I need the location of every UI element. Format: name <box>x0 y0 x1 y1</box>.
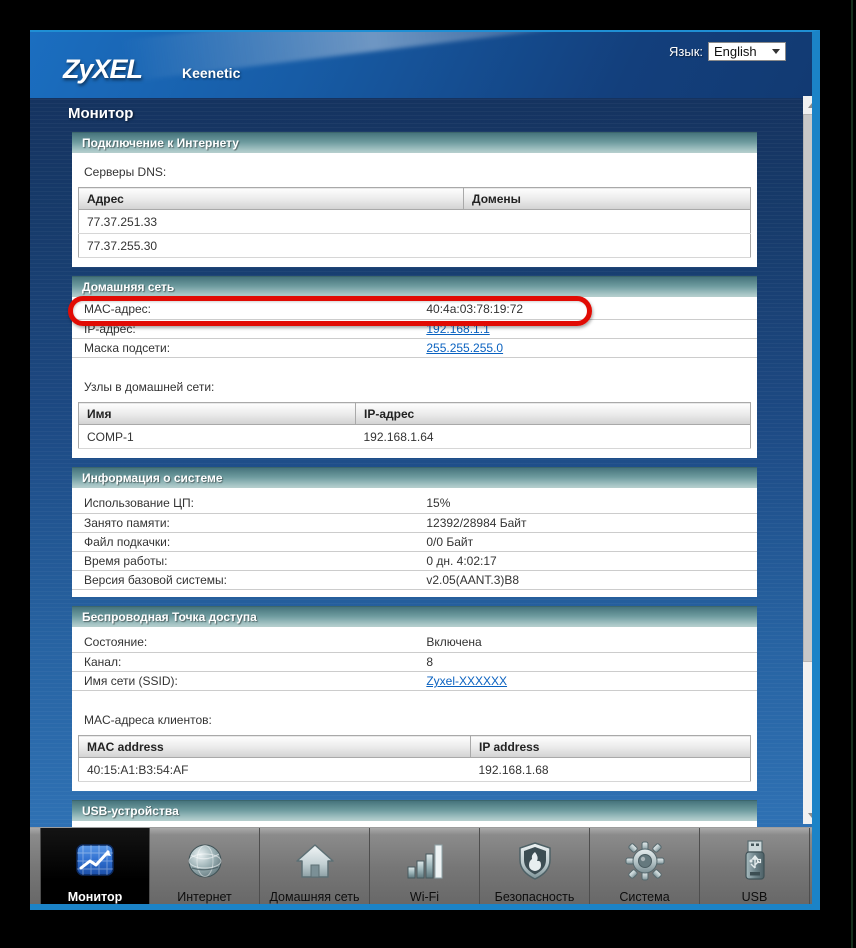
dns-col-domains: Домены <box>464 188 751 210</box>
chevron-down-icon <box>772 49 780 54</box>
monitor-chart-icon <box>73 838 117 884</box>
wifi-bars-icon <box>404 838 446 884</box>
nav-item-system[interactable]: Система <box>590 828 700 910</box>
hosts-label: Узлы в домашней сети: <box>72 374 757 398</box>
house-icon <box>294 838 336 884</box>
scroll-down-button[interactable] <box>803 806 820 824</box>
mac-address-value: 40:4a:03:78:19:72 <box>426 302 523 316</box>
dns-servers-label: Серверы DNS: <box>72 159 757 183</box>
clients-mac-label: MAC-адреса клиентов: <box>72 707 757 731</box>
section-wireless-header: Беспроводная Точка доступа <box>72 606 757 627</box>
bottom-navigation: Монитор <box>30 827 820 910</box>
clients-col-mac: MAC address <box>79 736 471 758</box>
shield-icon <box>515 838 555 884</box>
ip-address-row: IP-адрес: 192.168.1.1 <box>72 319 757 338</box>
clients-col-ip: IP address <box>471 736 751 758</box>
wifi-ssid-row: Имя сети (SSID): Zyxel-XXXXXX <box>72 671 757 690</box>
section-system-info: Информация о системе Использование ЦП: 1… <box>72 467 757 597</box>
scroll-down-icon <box>808 813 816 818</box>
dns-table: Адрес Домены 77.37.251.33 77.37.255.30 <box>78 187 751 258</box>
nav-label-internet: Интернет <box>177 890 232 904</box>
sections-container: Подключение к Интернету Серверы DNS: Адр… <box>72 132 757 900</box>
gear-icon <box>624 838 666 884</box>
host-ip-cell: 192.168.1.64 <box>356 425 751 449</box>
nav-label-wifi: Wi-Fi <box>410 890 439 904</box>
wifi-clients-table: MAC address IP address 40:15:A1:B3:54:AF… <box>78 735 751 782</box>
section-internet-header: Подключение к Интернету <box>72 132 757 153</box>
router-admin-page: ZyXEL Keenetic Язык: English Монитор Под… <box>0 0 856 948</box>
product-name: Keenetic <box>182 65 240 81</box>
hosts-col-name: Имя <box>79 403 356 425</box>
nav-item-monitor[interactable]: Монитор <box>40 828 150 910</box>
hosts-col-ip: IP-адрес <box>356 403 751 425</box>
nav-item-usb[interactable]: USB <box>700 828 810 910</box>
globe-icon <box>185 838 225 884</box>
dns-col-address: Адрес <box>79 188 464 210</box>
mac-address-row: MAC-адрес: 40:4a:03:78:19:72 <box>72 297 757 319</box>
scroll-up-button[interactable] <box>803 96 820 114</box>
zyxel-logo: ZyXEL <box>63 54 142 85</box>
nav-item-home-network[interactable]: Домашняя сеть <box>260 828 370 910</box>
section-home-network-header: Домашняя сеть <box>72 276 757 297</box>
screen-edge-artifact <box>851 0 853 948</box>
wifi-channel-row: Канал: 8 <box>72 652 757 671</box>
section-usb-header: USB-устройства <box>72 800 757 821</box>
main-panel: ZyXEL Keenetic Язык: English Монитор Под… <box>30 30 820 910</box>
header: ZyXEL Keenetic Язык: English <box>30 32 820 98</box>
usb-stick-icon <box>735 838 775 884</box>
section-internet-connection: Подключение к Интернету Серверы DNS: Адр… <box>72 132 757 267</box>
scrollbar-thumb[interactable] <box>803 114 820 662</box>
nav-label-home-network: Домашняя сеть <box>269 890 359 904</box>
section-wireless-ap: Беспроводная Точка доступа Состояние: Вк… <box>72 606 757 791</box>
ssid-link[interactable]: Zyxel-XXXXXX <box>426 674 507 688</box>
hosts-table: Имя IP-адрес COMP-1 192.168.1.64 <box>78 402 751 449</box>
scroll-up-icon <box>808 103 816 108</box>
language-select[interactable]: English <box>708 42 786 61</box>
subnet-mask-link[interactable]: 255.255.255.0 <box>426 341 503 355</box>
page-title: Монитор <box>68 105 133 122</box>
wifi-state-row: Состояние: Включена <box>72 633 757 652</box>
dns-domains-cell <box>464 234 751 258</box>
table-row: 40:15:A1:B3:54:AF 192.168.1.68 <box>79 758 751 782</box>
nav-item-security[interactable]: Безопасность <box>480 828 590 910</box>
section-home-network: Домашняя сеть MAC-адрес: 40:4a:03:78:19:… <box>72 276 757 458</box>
nav-item-internet[interactable]: Интернет <box>150 828 260 910</box>
dns-address-cell: 77.37.255.30 <box>79 234 464 258</box>
uptime-row: Время работы: 0 дн. 4:02:17 <box>72 551 757 570</box>
table-row: COMP-1 192.168.1.64 <box>79 425 751 449</box>
language-label: Язык: <box>669 44 703 59</box>
nav-label-monitor: Монитор <box>68 890 123 904</box>
language-area: Язык: English <box>669 42 786 61</box>
section-system-header: Информация о системе <box>72 467 757 488</box>
dns-address-cell: 77.37.251.33 <box>79 210 464 234</box>
subnet-mask-row: Маска подсети: 255.255.255.0 <box>72 338 757 357</box>
vertical-scrollbar[interactable] <box>803 96 820 824</box>
swap-file-row: Файл подкачки: 0/0 Байт <box>72 532 757 551</box>
language-selected-value: English <box>714 44 757 59</box>
client-mac-cell: 40:15:A1:B3:54:AF <box>79 758 471 782</box>
table-row: 77.37.251.33 <box>79 210 751 234</box>
cpu-usage-row: Использование ЦП: 15% <box>72 494 757 513</box>
table-row: 77.37.255.30 <box>79 234 751 258</box>
nav-label-system: Система <box>619 890 669 904</box>
nav-item-wifi[interactable]: Wi-Fi <box>370 828 480 910</box>
client-ip-cell: 192.168.1.68 <box>471 758 751 782</box>
nav-label-usb: USB <box>742 890 768 904</box>
dns-domains-cell <box>464 210 751 234</box>
nav-label-security: Безопасность <box>495 890 575 904</box>
host-name-cell: COMP-1 <box>79 425 356 449</box>
memory-used-row: Занято памяти: 12392/28984 Байт <box>72 513 757 532</box>
firmware-version-row: Версия базовой системы: v2.05(AANT.3)B8 <box>72 570 757 589</box>
ip-address-link[interactable]: 192.168.1.1 <box>426 322 489 336</box>
